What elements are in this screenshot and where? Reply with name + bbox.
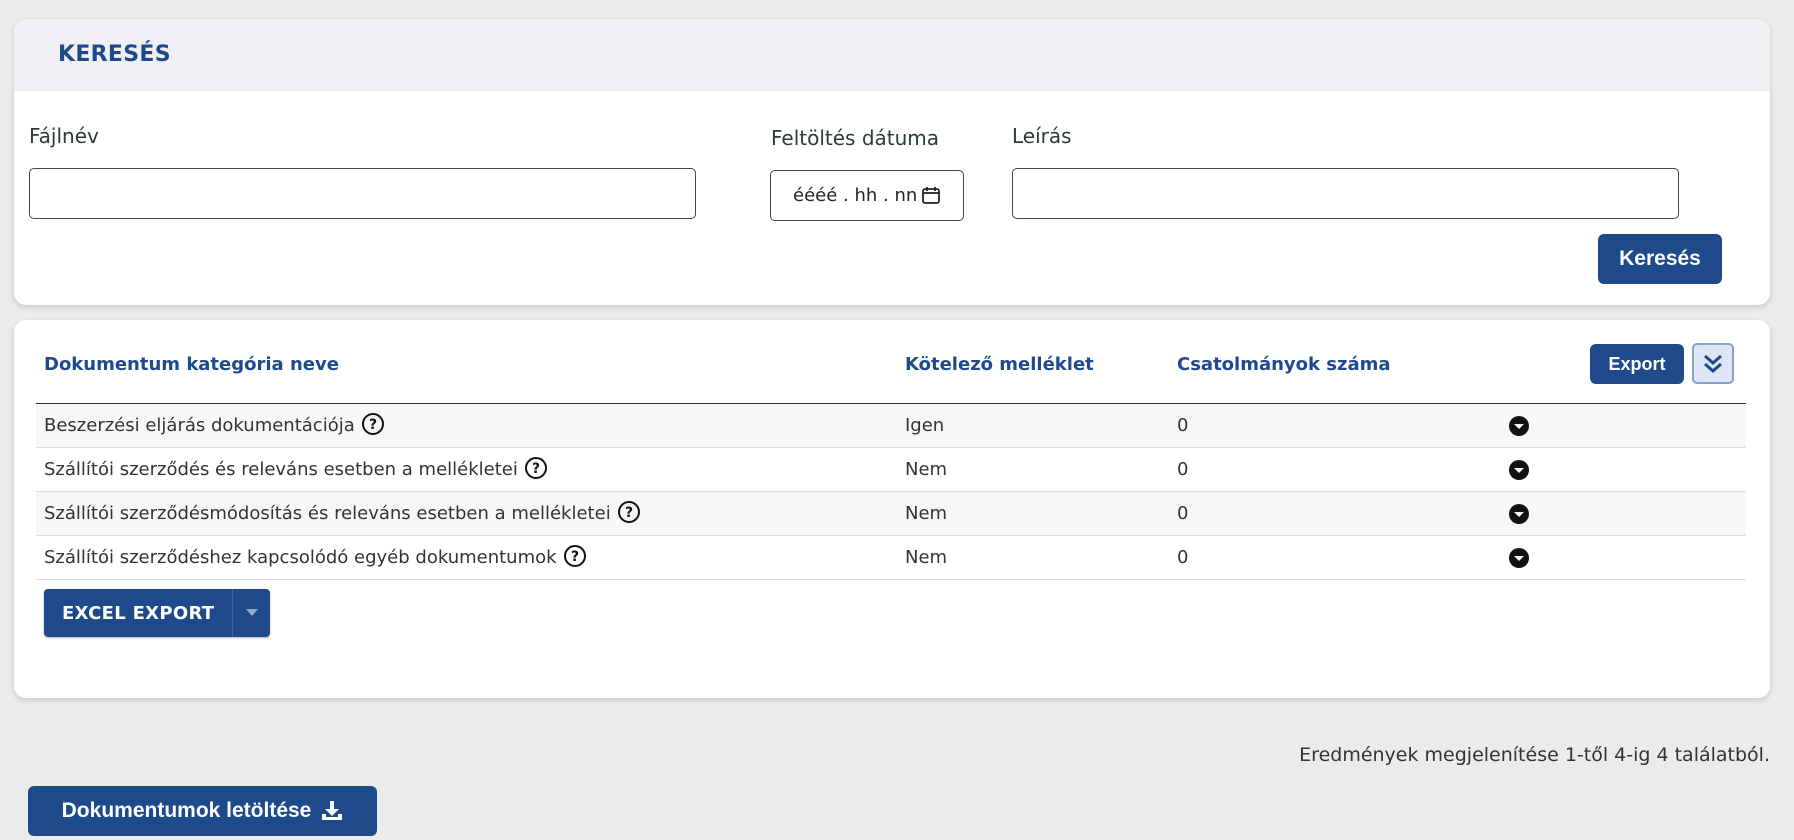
- excel-export-split-button: EXCEL EXPORT: [44, 589, 271, 637]
- caret-down-circle-icon[interactable]: [1509, 416, 1529, 436]
- row-category-label: Szállítói szerződés és releváns esetben …: [44, 459, 518, 480]
- caret-down-circle-icon[interactable]: [1509, 504, 1529, 524]
- question-circle-icon[interactable]: ?: [524, 456, 548, 480]
- excel-export-button[interactable]: EXCEL EXPORT: [44, 589, 233, 637]
- search-title: KERESÉS: [58, 42, 171, 67]
- row-required: Nem: [905, 547, 948, 568]
- upload-date-label: Feltöltés dátuma: [771, 126, 940, 150]
- row-category-name: Beszerzési eljárás dokumentációja?: [44, 404, 385, 447]
- row-required: Igen: [905, 415, 945, 436]
- caret-down-circle-icon[interactable]: [1509, 548, 1529, 568]
- double-chevron-down-icon: [1704, 354, 1722, 373]
- row-attachment-count: 0: [1177, 415, 1189, 436]
- collapse-toggle-button[interactable]: [1692, 343, 1734, 384]
- row-category-label: Szállítói szerződéshez kapcsolódó egyéb …: [44, 547, 557, 568]
- column-header-required[interactable]: Kötelező melléklet: [905, 354, 1094, 375]
- row-category-name: Szállítói szerződéshez kapcsolódó egyéb …: [44, 536, 587, 579]
- svg-text:?: ?: [369, 417, 377, 433]
- row-category-name: Szállítói szerződés és releváns esetben …: [44, 448, 548, 491]
- column-header-category[interactable]: Dokumentum kategória neve: [44, 354, 339, 375]
- search-header: KERESÉS: [14, 19, 1770, 91]
- download-documents-label: Dokumentumok letöltése: [61, 799, 312, 822]
- table-row[interactable]: Szállítói szerződésmódosítás és releváns…: [36, 492, 1746, 536]
- row-attachment-count: 0: [1177, 547, 1189, 568]
- description-label: Leírás: [1012, 124, 1072, 148]
- table-row[interactable]: Szállítói szerződés és releváns esetben …: [36, 448, 1746, 492]
- download-documents-button[interactable]: Dokumentumok letöltése: [28, 786, 377, 836]
- excel-export-dropdown[interactable]: [232, 589, 271, 637]
- svg-text:?: ?: [625, 505, 633, 521]
- search-panel: KERESÉS Fájlnév Feltöltés dátuma éééé . …: [14, 19, 1770, 305]
- upload-date-placeholder: éééé . hh . nn: [793, 185, 918, 206]
- column-header-attachments[interactable]: Csatolmányok száma: [1177, 354, 1391, 375]
- row-category-name: Szállítói szerződésmódosítás és releváns…: [44, 492, 641, 535]
- export-button[interactable]: Export: [1590, 344, 1684, 384]
- question-circle-icon[interactable]: ?: [563, 544, 587, 568]
- svg-text:?: ?: [532, 461, 540, 477]
- question-circle-icon[interactable]: ?: [617, 500, 641, 524]
- filename-input[interactable]: [29, 168, 696, 219]
- row-attachment-count: 0: [1177, 503, 1189, 524]
- caret-down-icon: [245, 609, 258, 616]
- row-category-label: Beszerzési eljárás dokumentációja: [44, 415, 355, 436]
- results-panel: Dokumentum kategória neve Kötelező mellé…: [14, 320, 1770, 698]
- table-row[interactable]: Beszerzési eljárás dokumentációja? Igen …: [36, 404, 1746, 448]
- filename-label: Fájlnév: [29, 124, 99, 148]
- download-icon: [322, 801, 343, 820]
- row-required: Nem: [905, 503, 948, 524]
- upload-date-input[interactable]: éééé . hh . nn: [770, 170, 964, 221]
- caret-down-circle-icon[interactable]: [1509, 460, 1529, 480]
- result-summary: Eredmények megjelenítése 1-től 4-ig 4 ta…: [1299, 744, 1770, 766]
- table-row[interactable]: Szállítói szerződéshez kapcsolódó egyéb …: [36, 536, 1746, 580]
- search-button[interactable]: Keresés: [1598, 234, 1722, 284]
- row-attachment-count: 0: [1177, 459, 1189, 480]
- row-required: Nem: [905, 459, 948, 480]
- calendar-icon[interactable]: [921, 185, 941, 205]
- description-input[interactable]: [1012, 168, 1679, 219]
- svg-text:?: ?: [571, 549, 579, 565]
- question-circle-icon[interactable]: ?: [361, 412, 385, 436]
- row-category-label: Szállítói szerződésmódosítás és releváns…: [44, 503, 611, 524]
